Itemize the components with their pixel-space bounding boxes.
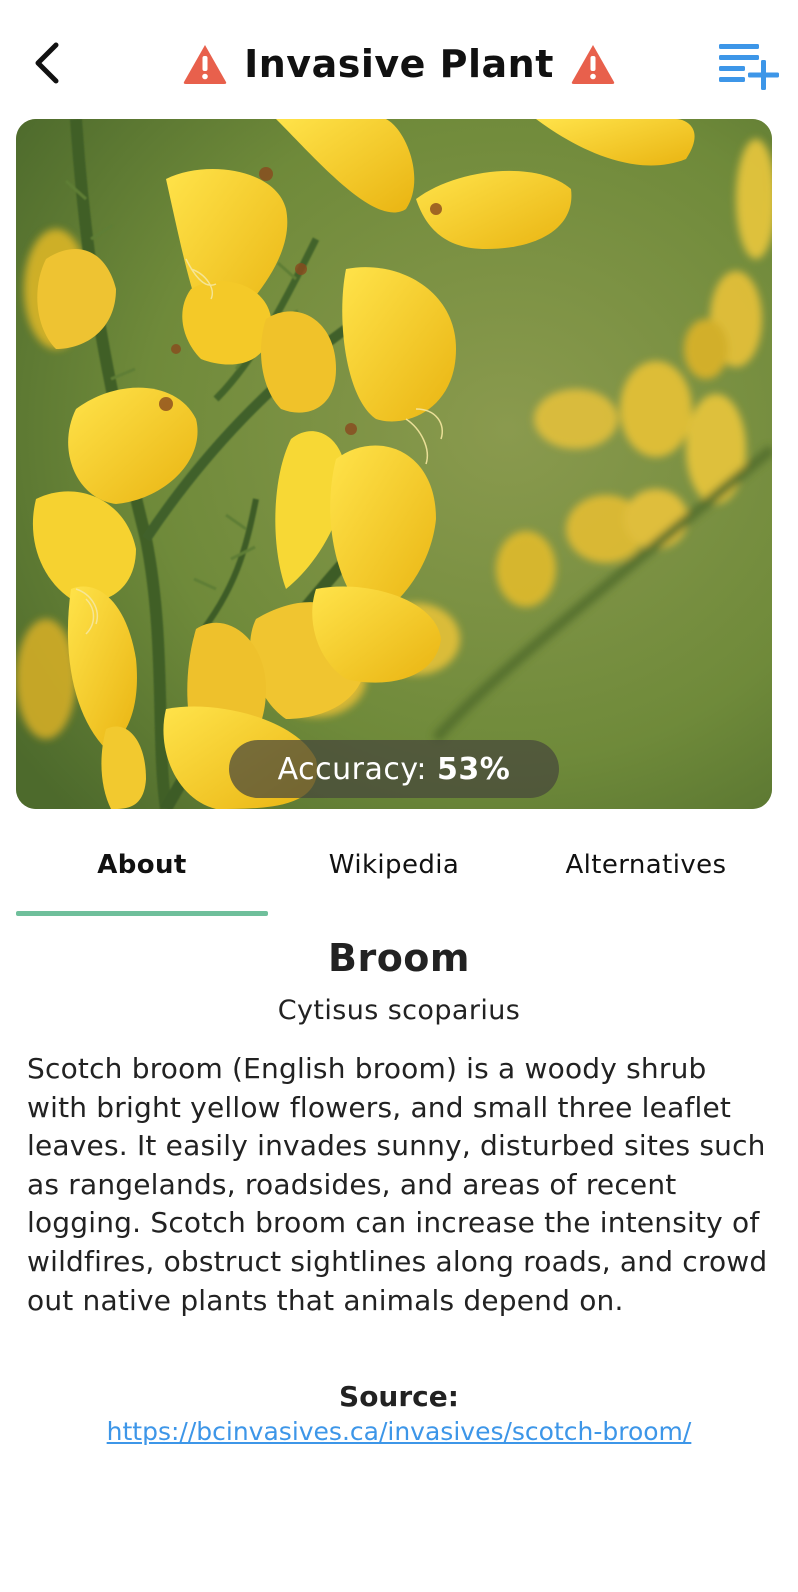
plant-description: Scotch broom (English broom) is a woody … <box>27 1052 768 1317</box>
accuracy-value: 53% <box>437 751 511 787</box>
accuracy-badge: Accuracy: 53% <box>229 740 559 798</box>
title-group: Invasive Plant <box>0 34 798 94</box>
source-link[interactable]: https://bcinvasives.ca/invasives/scotch-… <box>0 1417 798 1446</box>
add-to-list-button[interactable] <box>716 40 780 92</box>
plant-scientific-name: Cytisus scoparius <box>277 995 521 1026</box>
active-tab-indicator <box>16 911 268 916</box>
tab-wikipedia[interactable]: Wikipedia <box>268 830 520 900</box>
tab-bar: About Wikipedia Alternatives <box>16 830 772 916</box>
page-title: Invasive Plant <box>244 42 554 86</box>
warning-triangle-icon <box>183 45 227 84</box>
tab-alternatives[interactable]: Alternatives <box>520 830 772 900</box>
warning-triangle-icon <box>571 45 615 84</box>
header: Invasive Plant <box>0 0 798 120</box>
source-label: Source: <box>339 1380 459 1413</box>
playlist-add-icon <box>719 44 779 90</box>
tab-about[interactable]: About <box>16 830 268 900</box>
broom-flower-image <box>16 119 772 809</box>
plant-photo: Accuracy: 53% <box>16 119 772 809</box>
accuracy-label: Accuracy: <box>277 751 428 787</box>
plant-common-name: Broom <box>327 936 470 980</box>
